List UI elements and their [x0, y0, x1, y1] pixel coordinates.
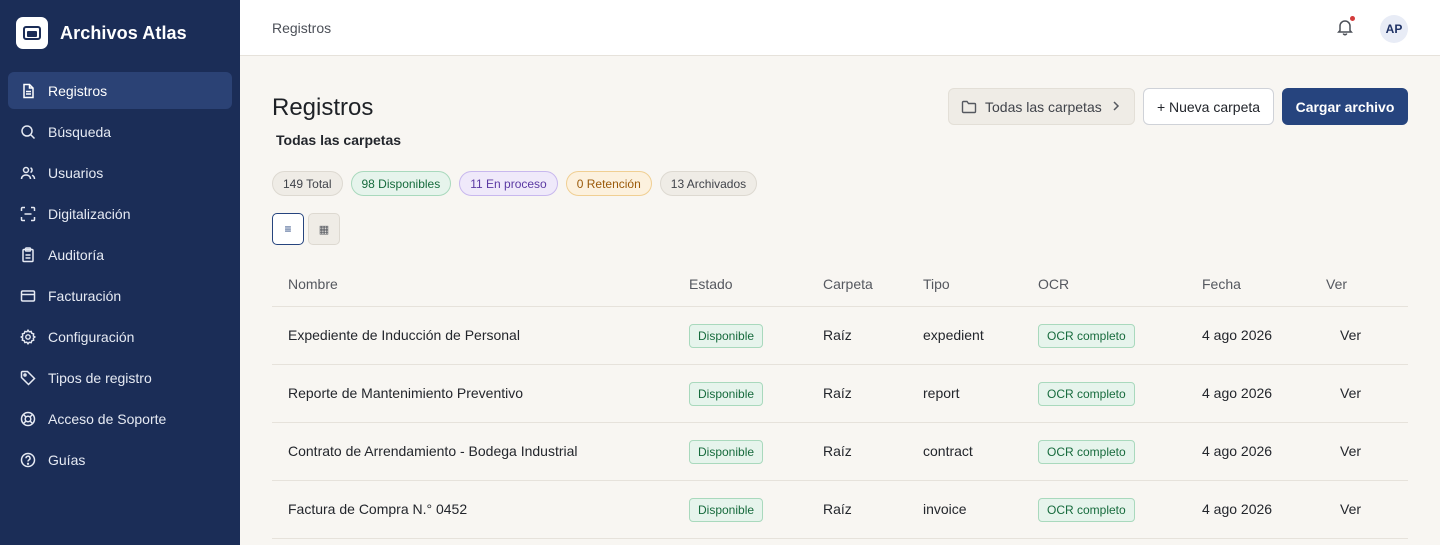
- status-badge: Disponible: [689, 324, 764, 348]
- ocr-badge: OCR completo: [1038, 440, 1135, 464]
- cell-fecha: 4 ago 2026: [1202, 327, 1273, 343]
- scan-icon: [20, 206, 36, 222]
- folder-selector-button[interactable]: Todas las carpetas: [948, 88, 1135, 125]
- sidebar-item-guias[interactable]: Guías: [8, 441, 232, 478]
- sidebar-item-configuracion[interactable]: Configuración: [8, 318, 232, 355]
- status-chips: 149 Total 98 Disponibles 11 En proceso 0…: [272, 171, 765, 196]
- sidebar-item-label: Guías: [48, 451, 86, 468]
- page-subtitle: Todas las carpetas: [276, 132, 402, 148]
- sidebar-item-label: Configuración: [48, 328, 135, 345]
- cell-carpeta: Raíz: [823, 443, 852, 459]
- sidebar-item-label: Acceso de Soporte: [48, 410, 167, 427]
- topbar: Registros AP: [240, 0, 1440, 56]
- ocr-badge: OCR completo: [1038, 382, 1135, 406]
- ocr-badge: OCR completo: [1038, 498, 1135, 522]
- chip-retencion[interactable]: 0 Retención: [565, 171, 652, 196]
- list-view-toggle[interactable]: ≡: [272, 213, 304, 245]
- gear-icon: [20, 328, 36, 345]
- sidebar-item-label: Tipos de registro: [48, 369, 152, 386]
- header-fecha[interactable]: Fecha: [1202, 276, 1241, 292]
- lifebuoy-icon: [20, 411, 36, 427]
- folder-icon: [961, 100, 977, 114]
- cell-tipo: contract: [923, 443, 973, 459]
- avatar[interactable]: AP: [1380, 15, 1408, 43]
- ocr-badge: OCR completo: [1038, 324, 1135, 348]
- chip-disponibles[interactable]: 98 Disponibles: [350, 171, 452, 196]
- document-icon: [20, 83, 36, 99]
- breadcrumb[interactable]: Registros: [272, 20, 331, 36]
- cell-carpeta: Raíz: [823, 385, 852, 401]
- header-estado[interactable]: Estado: [689, 276, 733, 292]
- cell-nombre: Expediente de Inducción de Personal: [288, 327, 520, 343]
- cell-nombre: Factura de Compra N.° 0452: [288, 501, 468, 517]
- table-header: Nombre Estado Carpeta Tipo OCR Fecha Ver: [272, 262, 1408, 307]
- cell-carpeta: Raíz: [823, 501, 852, 517]
- brand[interactable]: Archivos Atlas: [16, 16, 187, 50]
- tag-icon: [20, 370, 36, 386]
- view-record-link[interactable]: Ver: [1340, 443, 1361, 459]
- sidebar-item-label: Búsqueda: [48, 123, 112, 140]
- cell-tipo: report: [923, 385, 960, 401]
- notification-dot: [1350, 16, 1355, 21]
- folder-logo-icon: [16, 17, 48, 49]
- search-icon: [20, 124, 36, 140]
- credit-card-icon: [20, 288, 36, 304]
- cell-fecha: 4 ago 2026: [1202, 385, 1273, 401]
- view-record-link[interactable]: Ver: [1340, 327, 1361, 343]
- sidebar-item-usuarios[interactable]: Usuarios: [8, 154, 232, 191]
- header-ver: Ver: [1326, 276, 1348, 292]
- sidebar-item-registros[interactable]: Registros: [8, 72, 232, 109]
- header-ocr[interactable]: OCR: [1038, 276, 1069, 292]
- cell-nombre: Reporte de Mantenimiento Preventivo: [288, 385, 524, 401]
- cell-nombre: Contrato de Arrendamiento - Bodega Indus…: [288, 443, 578, 459]
- upload-file-button[interactable]: Cargar archivo: [1282, 88, 1408, 125]
- view-record-link[interactable]: Ver: [1340, 385, 1361, 401]
- sidebar-item-auditoria[interactable]: Auditoría: [8, 236, 232, 273]
- cell-fecha: 4 ago 2026: [1202, 501, 1273, 517]
- grid-view-toggle[interactable]: ▦: [308, 213, 340, 245]
- users-icon: [20, 165, 36, 181]
- cell-fecha: 4 ago 2026: [1202, 443, 1273, 459]
- notifications-button[interactable]: [1336, 16, 1356, 38]
- table-row[interactable]: Expediente de Inducción de Personal Disp…: [272, 307, 1408, 365]
- sidebar-item-digitalizacion[interactable]: Digitalización: [8, 195, 232, 232]
- sidebar-nav: Registros Búsqueda Usuarios Digitalizaci…: [8, 72, 232, 482]
- app-name: Archivos Atlas: [60, 22, 187, 43]
- records-table: Nombre Estado Carpeta Tipo OCR Fecha Ver…: [272, 262, 1408, 539]
- cell-tipo: invoice: [923, 501, 967, 517]
- chip-en-proceso[interactable]: 11 En proceso: [459, 171, 558, 196]
- chevron-right-icon: [1112, 100, 1120, 112]
- header-tipo[interactable]: Tipo: [923, 276, 950, 292]
- chip-archivados[interactable]: 13 Archivados: [659, 171, 758, 196]
- table-row[interactable]: Contrato de Arrendamiento - Bodega Indus…: [272, 423, 1408, 481]
- table-row[interactable]: Factura de Compra N.° 0452 Disponible Ra…: [272, 481, 1408, 539]
- sidebar-item-label: Auditoría: [48, 246, 105, 263]
- help-circle-icon: [20, 452, 36, 468]
- new-folder-button[interactable]: + Nueva carpeta: [1143, 88, 1274, 125]
- sidebar-item-tipos-de-registro[interactable]: Tipos de registro: [8, 359, 232, 396]
- sidebar-item-acceso-de-soporte[interactable]: Acceso de Soporte: [8, 400, 232, 437]
- sidebar-item-label: Digitalización: [48, 205, 131, 222]
- status-badge: Disponible: [689, 498, 764, 522]
- page-title: Registros: [272, 94, 374, 121]
- chip-total[interactable]: 149 Total: [272, 171, 343, 196]
- table-row[interactable]: Reporte de Mantenimiento Preventivo Disp…: [272, 365, 1408, 423]
- status-badge: Disponible: [689, 440, 764, 464]
- sidebar-item-facturacion[interactable]: Facturación: [8, 277, 232, 314]
- sidebar-item-busqueda[interactable]: Búsqueda: [8, 113, 232, 150]
- cell-carpeta: Raíz: [823, 327, 852, 343]
- sidebar: Archivos Atlas Registros Búsqueda Usuari…: [0, 0, 240, 545]
- sidebar-item-label: Registros: [48, 82, 108, 99]
- sidebar-item-label: Facturación: [48, 287, 122, 304]
- cell-tipo: expedient: [923, 327, 984, 343]
- clipboard-icon: [20, 246, 36, 263]
- status-badge: Disponible: [689, 382, 764, 406]
- view-record-link[interactable]: Ver: [1340, 501, 1361, 517]
- header-nombre[interactable]: Nombre: [288, 276, 338, 292]
- folder-selector-label: Todas las carpetas: [985, 98, 1102, 115]
- header-carpeta[interactable]: Carpeta: [823, 276, 873, 292]
- sidebar-item-label: Usuarios: [48, 164, 104, 181]
